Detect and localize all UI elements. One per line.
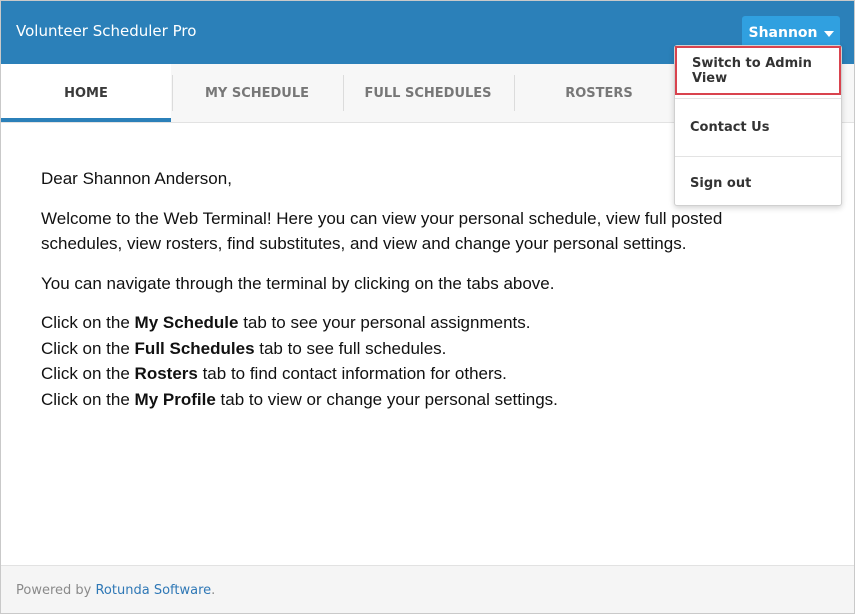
footer-text: Powered by Rotunda Software.	[16, 583, 216, 598]
instruction-line: Click on the Rosters tab to find contact…	[41, 364, 507, 383]
welcome-text: Welcome to the Web Terminal! Here you ca…	[41, 208, 723, 254]
app-title: Volunteer Scheduler Pro	[16, 22, 197, 40]
tab-rosters[interactable]: ROSTERS	[514, 64, 684, 122]
instruction-line: Click on the My Schedule tab to see your…	[41, 313, 531, 332]
footer: Powered by Rotunda Software.	[1, 565, 854, 613]
app-window: Volunteer Scheduler Pro Shannon HOME MY …	[0, 0, 855, 614]
instruction-line: Click on the My Profile tab to view or c…	[41, 389, 558, 409]
welcome-content: Dear Shannon Anderson, Welcome to the We…	[41, 166, 781, 426]
navigate-text: You can navigate through the terminal by…	[41, 273, 555, 293]
rotunda-software-link[interactable]: Rotunda Software	[95, 583, 211, 598]
user-menu-label: Shannon	[748, 24, 818, 41]
tab-instructions: Click on the My Schedule tab to see your…	[41, 310, 781, 412]
instruction-line: Click on the Full Schedules tab to see f…	[41, 338, 447, 358]
greeting-text: Dear Shannon Anderson,	[41, 169, 232, 188]
user-dropdown-menu: Switch to Admin View Contact Us Sign out	[674, 45, 842, 206]
sign-out-item[interactable]: Sign out	[675, 157, 841, 205]
tab-home[interactable]: HOME	[1, 64, 171, 122]
switch-to-admin-view-item[interactable]: Switch to Admin View	[675, 46, 841, 95]
caret-down-icon	[823, 30, 834, 37]
tab-full-schedules[interactable]: FULL SCHEDULES	[343, 64, 513, 122]
contact-us-item[interactable]: Contact Us	[675, 99, 841, 156]
tab-my-schedule[interactable]: MY SCHEDULE	[172, 64, 342, 122]
